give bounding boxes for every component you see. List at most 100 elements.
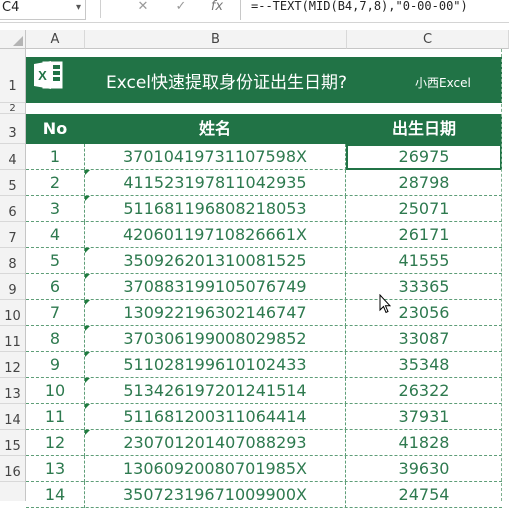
cell-no[interactable]: 12 (26, 430, 84, 456)
header-name[interactable]: 姓名 (84, 114, 346, 144)
name-box[interactable]: C4 ▾ (0, 0, 86, 20)
table-row: 14 35072319671009900X 24754 (26, 482, 502, 508)
column-header-c[interactable]: C (347, 30, 509, 49)
cell-birth-date[interactable]: 25071 (346, 196, 502, 222)
cell-id-text: 511028199610102433 (123, 355, 307, 374)
cell-id-text: 130922196302146747 (123, 303, 307, 322)
error-indicator-icon[interactable] (85, 378, 90, 383)
column-header-b[interactable]: B (85, 30, 347, 49)
error-indicator-icon[interactable] (85, 248, 90, 253)
formula-input[interactable]: =--TEXT(MID(B4,7,8),"0-00-00") (240, 0, 509, 20)
cell-id[interactable]: 511681196808218053 (84, 196, 346, 222)
cell-no[interactable]: 7 (26, 300, 84, 326)
cell-birth-date[interactable]: 26171 (346, 222, 502, 248)
error-indicator-icon[interactable] (85, 404, 90, 409)
cell-no[interactable]: 1 (26, 144, 84, 170)
row-header-14[interactable]: 14 (0, 404, 25, 430)
error-indicator-icon[interactable] (85, 274, 90, 279)
row-header-column: 1 2 3 4 5 6 7 8 9 10 11 12 13 14 15 16 (0, 49, 26, 501)
table-row: 6 370883199105076749 33365 (26, 274, 502, 300)
error-indicator-icon[interactable] (85, 352, 90, 357)
table-row: 1 37010419731107598X 26975 (26, 144, 502, 170)
row-header-13[interactable]: 13 (0, 378, 25, 404)
cell-birth-date[interactable]: 24754 (346, 482, 502, 508)
row-header-1[interactable]: 1 (0, 49, 25, 103)
row-header-4[interactable]: 4 (0, 144, 25, 170)
cell-no[interactable]: 3 (26, 196, 84, 222)
row-header-12[interactable]: 12 (0, 352, 25, 378)
cell-birth-date[interactable]: 28798 (346, 170, 502, 196)
cell-id[interactable]: 370306199008029852 (84, 326, 346, 352)
cell-id[interactable]: 35072319671009900X (84, 482, 346, 508)
table-row: 12 230701201407088293 41828 (26, 430, 502, 456)
cell-no[interactable]: 13 (26, 456, 84, 482)
formula-bar: C4 ▾ ✕ ✓ fx =--TEXT(MID(B4,7,8),"0-00-00… (0, 0, 509, 23)
cell-no[interactable]: 2 (26, 170, 84, 196)
row-header-8[interactable]: 8 (0, 248, 25, 274)
cell-id[interactable]: 37010419731107598X (84, 144, 346, 170)
cell-no[interactable]: 9 (26, 352, 84, 378)
row-header-10[interactable]: 10 (0, 300, 25, 326)
header-no[interactable]: No (26, 114, 84, 144)
row-header-15[interactable]: 15 (0, 430, 25, 456)
row-header-9[interactable]: 9 (0, 274, 25, 300)
cell-no[interactable]: 4 (26, 222, 84, 248)
error-indicator-icon[interactable] (85, 430, 90, 435)
error-indicator-icon[interactable] (85, 170, 90, 175)
cell-no[interactable]: 8 (26, 326, 84, 352)
cell-id[interactable]: 13060920080701985X (84, 456, 346, 482)
cell-id[interactable]: 513426197201241514 (84, 378, 346, 404)
error-indicator-icon[interactable] (85, 196, 90, 201)
table-row: 7 130922196302146747 23056 (26, 300, 502, 326)
cell-no[interactable]: 6 (26, 274, 84, 300)
table-row: 8 370306199008029852 33087 (26, 326, 502, 352)
row-header-2[interactable]: 2 (0, 103, 25, 114)
cell-birth-date[interactable]: 35348 (346, 352, 502, 378)
cell-id-text: 230701201407088293 (123, 433, 307, 452)
excel-logo-icon: X (34, 61, 63, 89)
cell-id[interactable]: 130922196302146747 (84, 300, 346, 326)
header-birth-date[interactable]: 出生日期 (346, 114, 502, 144)
table-row: 4 42060119710826661X 26171 (26, 222, 502, 248)
table-row: 10 513426197201241514 26322 (26, 378, 502, 404)
cell-birth-date[interactable]: 23056 (346, 300, 502, 326)
cell-id[interactable]: 370883199105076749 (84, 274, 346, 300)
cell-no[interactable]: 5 (26, 248, 84, 274)
enter-icon[interactable]: ✓ (170, 0, 192, 16)
cell-no[interactable]: 14 (26, 482, 84, 508)
chevron-down-icon[interactable]: ▾ (76, 0, 81, 16)
cell-id[interactable]: 511681200311064414 (84, 404, 346, 430)
cell-birth-date[interactable]: 39630 (346, 456, 502, 482)
cell-id[interactable]: 511028199610102433 (84, 352, 346, 378)
cell-id[interactable]: 411523197811042935 (84, 170, 346, 196)
cell-id[interactable]: 350926201310081525 (84, 248, 346, 274)
cell-no[interactable]: 11 (26, 404, 84, 430)
row-header-3[interactable]: 3 (0, 114, 25, 144)
cell-id[interactable]: 42060119710826661X (84, 222, 346, 248)
cell-birth-date[interactable]: 33087 (346, 326, 502, 352)
table-row: 11 511681200311064414 37931 (26, 404, 502, 430)
banner-title: Excel快速提取身份证出生日期? (106, 73, 348, 93)
cell-id-text: 37010419731107598X (122, 147, 307, 166)
error-indicator-icon[interactable] (85, 300, 90, 305)
cell-birth-date-selected[interactable]: 26975 (346, 144, 502, 170)
insert-function-icon[interactable]: fx (206, 0, 228, 16)
row-header-7[interactable]: 7 (0, 222, 25, 248)
cell-id-text: 513426197201241514 (123, 381, 307, 400)
select-all-button[interactable] (0, 30, 26, 49)
row-header-6[interactable]: 6 (0, 196, 25, 222)
error-indicator-icon[interactable] (85, 326, 90, 331)
cell-id[interactable]: 230701201407088293 (84, 430, 346, 456)
cell-birth-date[interactable]: 33365 (346, 274, 502, 300)
column-header-a[interactable]: A (26, 30, 85, 49)
cell-birth-date[interactable]: 37931 (346, 404, 502, 430)
row-header-11[interactable]: 11 (0, 326, 25, 352)
cell-birth-date[interactable]: 41555 (346, 248, 502, 274)
excel-logo-letter: X (38, 68, 47, 83)
cancel-icon[interactable]: ✕ (132, 0, 154, 16)
cell-birth-date[interactable]: 41828 (346, 430, 502, 456)
row-header-16[interactable]: 16 (0, 456, 25, 482)
row-header-5[interactable]: 5 (0, 170, 25, 196)
cell-birth-date[interactable]: 26322 (346, 378, 502, 404)
cell-no[interactable]: 10 (26, 378, 84, 404)
